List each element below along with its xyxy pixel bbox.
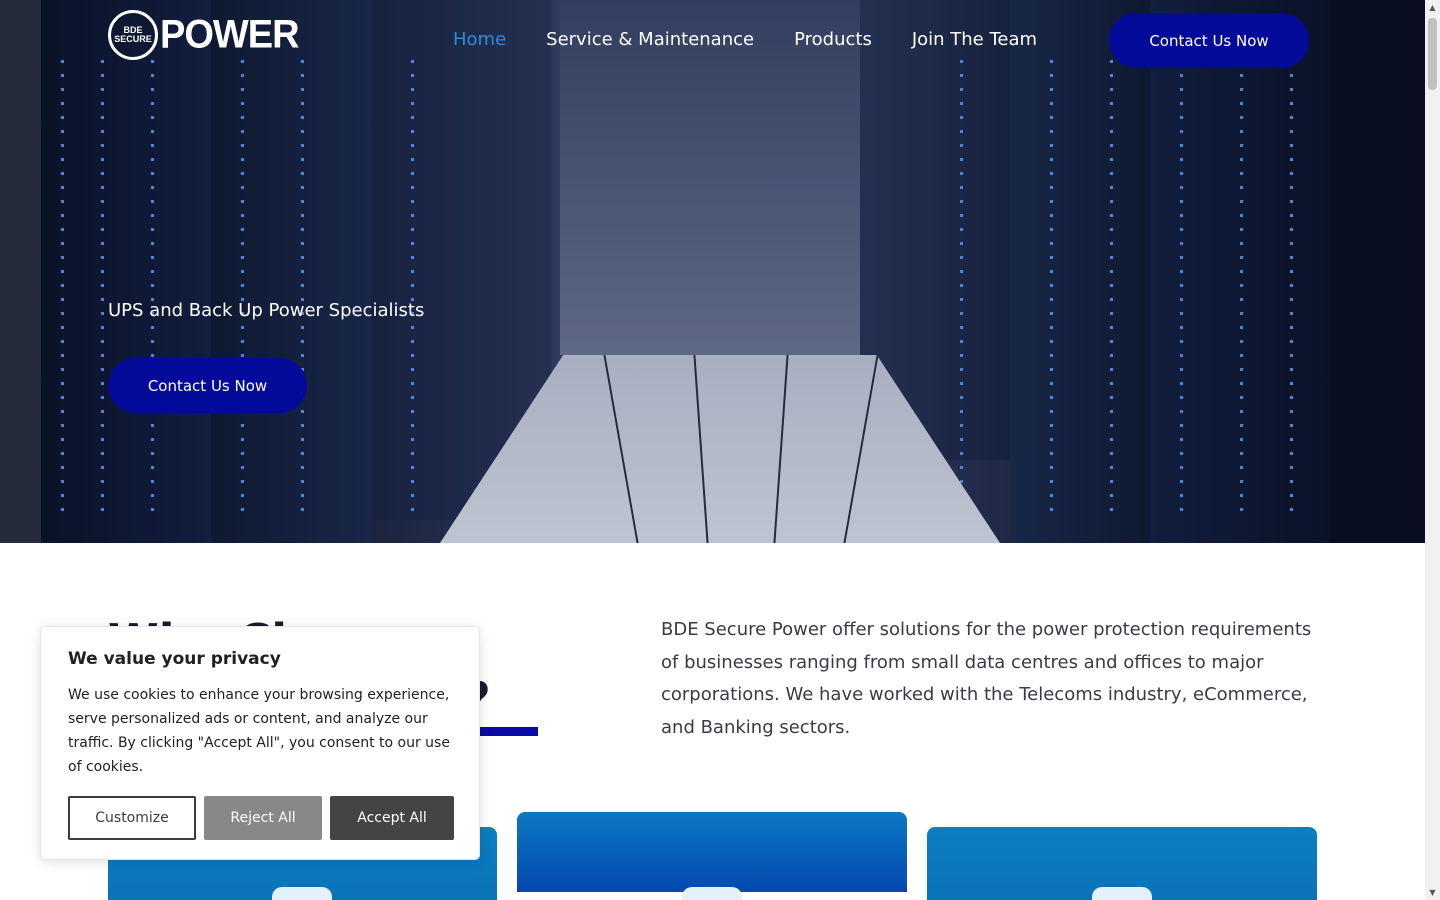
cookie-accept-button[interactable]: Accept All — [330, 796, 454, 840]
cookie-banner: We value your privacy We use cookies to … — [40, 626, 480, 860]
hero-contact-button[interactable]: Contact Us Now — [108, 358, 307, 413]
nav-service-maintenance[interactable]: Service & Maintenance — [546, 28, 754, 52]
main-nav: Home Service & Maintenance Products Join… — [453, 28, 1037, 52]
cookie-customize-button[interactable]: Customize — [68, 796, 196, 840]
feature-icon — [682, 887, 742, 900]
nav-products[interactable]: Products — [794, 28, 872, 52]
feature-icon — [1092, 887, 1152, 900]
cookie-reject-button[interactable]: Reject All — [204, 796, 322, 840]
cookie-title: We value your privacy — [68, 649, 281, 669]
heading-underline — [470, 727, 538, 736]
hero-tagline: UPS and Back Up Power Specialists — [108, 300, 425, 321]
hero-section — [0, 0, 1425, 543]
feature-card[interactable] — [927, 827, 1317, 900]
scroll-down-icon[interactable]: ▼ — [1425, 885, 1440, 900]
about-text: BDE Secure Power offer solutions for the… — [661, 619, 1312, 738]
header-contact-button[interactable]: Contact Us Now — [1109, 13, 1309, 68]
feature-card[interactable] — [517, 812, 907, 900]
cookie-text: We use cookies to enhance your browsing … — [68, 687, 450, 775]
site-logo[interactable]: BDE SECURE POWER — [108, 10, 300, 60]
logo-text: POWER — [160, 12, 300, 57]
nav-join-the-team[interactable]: Join The Team — [912, 28, 1037, 52]
scroll-thumb[interactable] — [1428, 18, 1437, 90]
feature-icon — [272, 887, 332, 900]
scroll-up-icon[interactable]: ▲ — [1425, 0, 1440, 15]
nav-home[interactable]: Home — [453, 28, 506, 52]
page-scrollbar[interactable]: ▲ ▼ — [1425, 0, 1440, 900]
logo-badge-icon: BDE SECURE — [108, 10, 158, 60]
